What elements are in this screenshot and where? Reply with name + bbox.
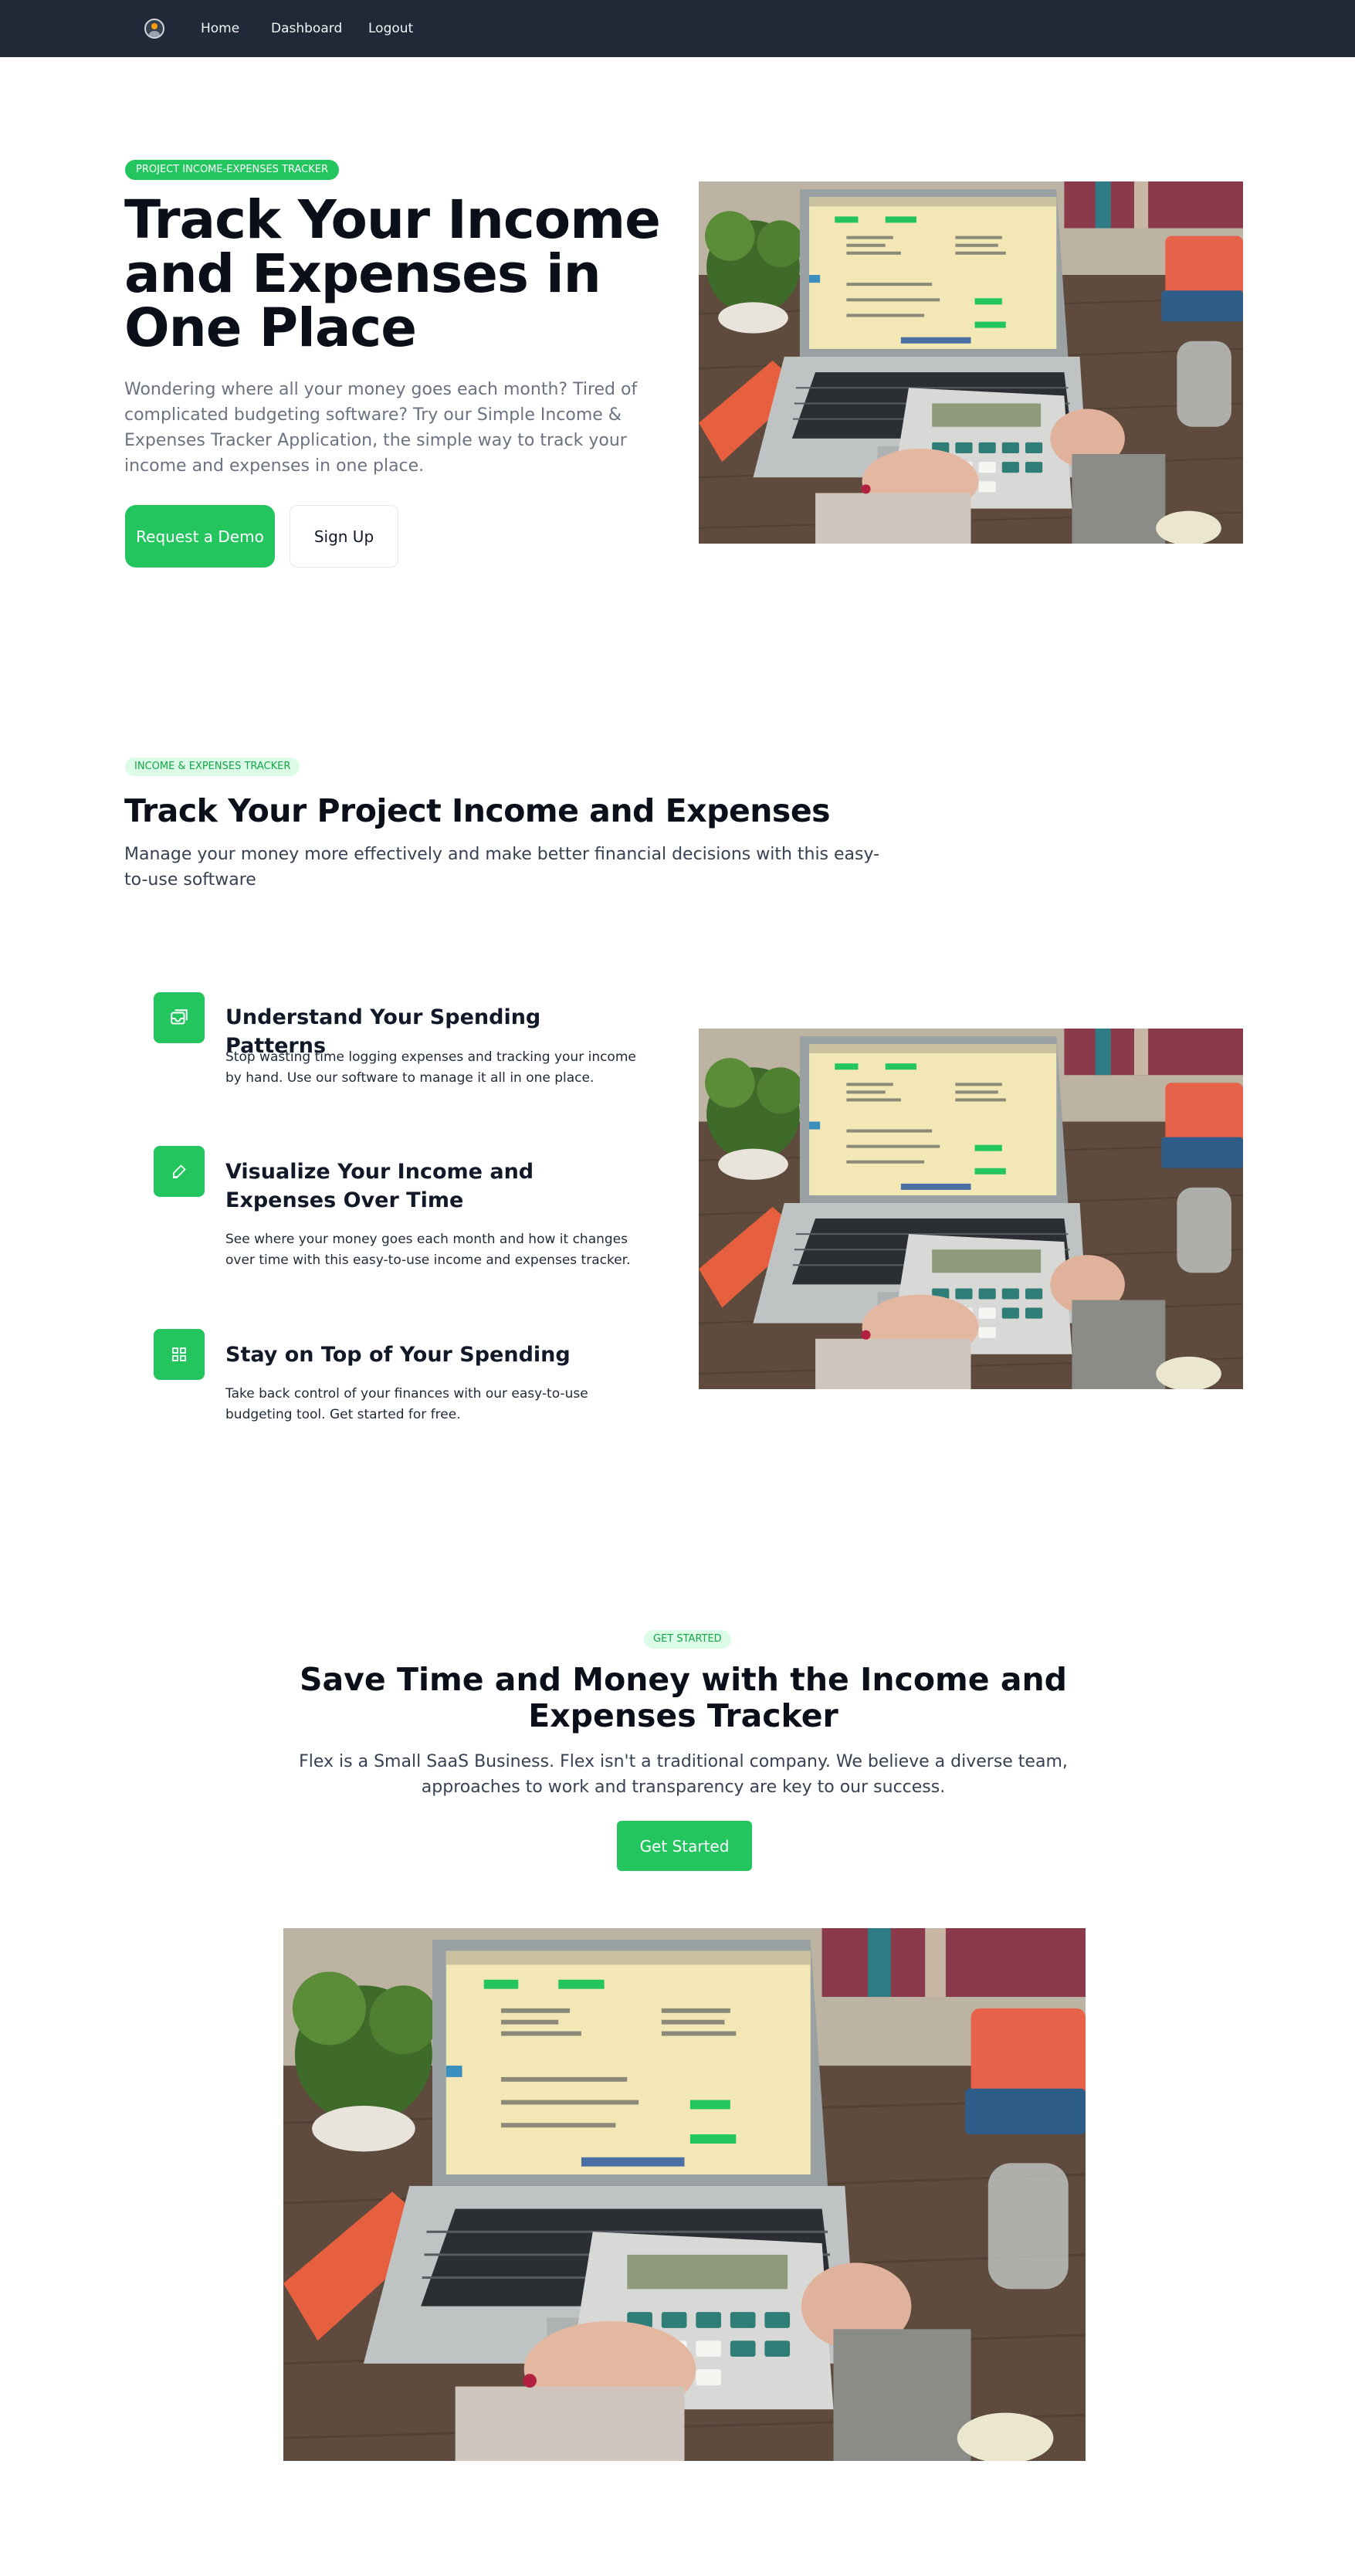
request-demo-button[interactable]: Request a Demo xyxy=(125,505,275,568)
hero-badge: PROJECT INCOME-EXPENSES TRACKER xyxy=(125,160,339,180)
nav-dashboard-link[interactable]: Dashboard xyxy=(271,20,342,37)
feature-description: Stop wasting time logging expenses and t… xyxy=(225,1049,636,1086)
features-badge: INCOME & EXPENSES TRACKER xyxy=(125,758,300,776)
nav-logout-link[interactable]: Logout xyxy=(368,20,413,37)
nav-home-link[interactable]: Home xyxy=(201,20,239,37)
get-started-image xyxy=(283,1928,1086,2461)
features-description: Manage your money more effectively and m… xyxy=(124,845,880,890)
sign-up-button[interactable]: Sign Up xyxy=(290,505,398,568)
get-started-description: Flex is a Small SaaS Business. Flex isn'… xyxy=(299,1752,1068,1797)
inbox-icon xyxy=(154,992,205,1043)
feature-description: Take back control of your finances with … xyxy=(225,1386,588,1422)
features-title: Track Your Project Income and Expenses xyxy=(124,792,831,829)
hero-title: Track Your Income and Expenses in One Pl… xyxy=(124,189,661,359)
top-navbar: Home Dashboard Logout xyxy=(0,0,1355,57)
get-started-badge: GET STARTED xyxy=(644,1630,731,1649)
grid-icon xyxy=(154,1329,205,1380)
hero-description: Wondering where all your money goes each… xyxy=(124,380,638,476)
get-started-button[interactable]: Get Started xyxy=(617,1821,752,1871)
feature-description: See where your money goes each month and… xyxy=(225,1232,631,1268)
get-started-title: Save Time and Money with the Income and … xyxy=(299,1661,1068,1734)
pencil-icon xyxy=(154,1146,205,1197)
feature-title: Visualize Your Income and Expenses Over … xyxy=(225,1160,534,1212)
hero-image xyxy=(699,181,1243,544)
features-image xyxy=(699,1029,1243,1389)
user-avatar-icon[interactable] xyxy=(144,19,164,39)
feature-title: Stay on Top of Your Spending xyxy=(225,1343,571,1367)
